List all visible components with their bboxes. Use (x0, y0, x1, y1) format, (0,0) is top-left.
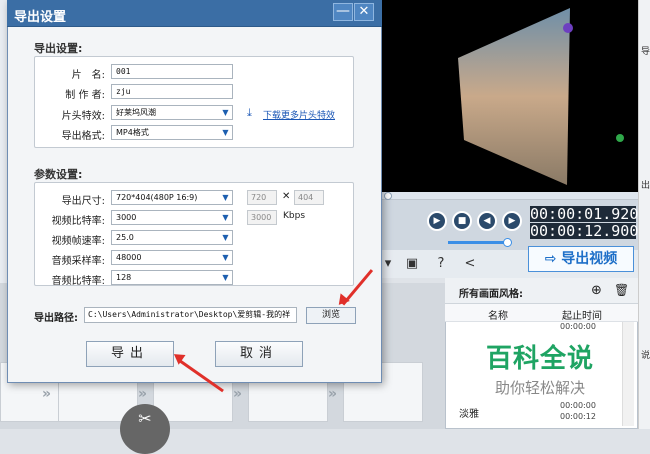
size-value: 720*404(480P 16:9) (116, 193, 198, 202)
download-more-link[interactable]: 下载更多片头特效 (263, 108, 335, 121)
download-icon[interactable]: ⤓ (247, 106, 252, 120)
watermark-subtitle: 助你轻松解决 (494, 379, 585, 397)
seek-handle[interactable] (384, 192, 392, 200)
export-section-title: 导出设置: (34, 42, 83, 55)
seek-bar[interactable] (382, 192, 638, 200)
chevron-down-icon: ▼ (222, 108, 229, 117)
next-frame-icon[interactable]: ▶ (502, 211, 522, 231)
minimize-button[interactable]: — (333, 3, 353, 21)
volume-slider[interactable] (448, 241, 508, 244)
right-panel-edge: 导 出 说 (638, 0, 650, 429)
share-icon[interactable]: < (462, 256, 478, 272)
video-bitrate-input[interactable]: 3000 (247, 210, 277, 225)
prev-frame-icon[interactable]: ◀ (477, 211, 497, 231)
bitrate-unit: Kbps (283, 211, 306, 221)
browse-button[interactable]: 浏览 (306, 307, 356, 324)
volume-handle[interactable] (503, 238, 512, 247)
audio-bitrate-select[interactable]: 128 ▼ (111, 270, 233, 285)
export-button[interactable]: 导出 (86, 341, 174, 367)
name-label: 片 名: (71, 70, 105, 81)
format-value: MP4格式 (116, 128, 149, 137)
width-input[interactable]: 720 (247, 190, 277, 205)
close-button[interactable]: ✕ (354, 3, 374, 21)
chevron-down-icon: ▼ (222, 233, 229, 242)
brush-icon[interactable]: ▾ (380, 256, 396, 272)
name-input[interactable]: 001 (111, 64, 233, 79)
size-times-icon: ✕ (282, 191, 291, 202)
watermark: 百科全说 助你轻松解决 (455, 338, 625, 398)
column-time: 起止时间 (562, 311, 602, 322)
audio-samplerate-select[interactable]: 48000 ▼ (111, 250, 233, 265)
edge-text: 导 (641, 47, 650, 57)
edge-text: 出 (641, 181, 650, 191)
chevron-right-icon: » (42, 386, 52, 402)
export-video-button[interactable]: ⇨ 导出视频 (528, 246, 634, 272)
save-icon[interactable]: ▣ (404, 256, 420, 272)
format-select[interactable]: MP4格式 ▼ (111, 125, 233, 140)
edge-text: 说 (641, 351, 650, 361)
style-row-name[interactable]: 淡雅 (459, 405, 479, 420)
help-icon[interactable]: ? (433, 256, 449, 272)
dialog-title: 导出设置 (14, 10, 67, 25)
video-preview (382, 0, 638, 192)
param-section-title: 参数设置: (34, 168, 83, 181)
size-label: 导出尺寸: (61, 196, 105, 207)
fps-select[interactable]: 25.0 ▼ (111, 230, 233, 245)
cancel-button[interactable]: 取消 (215, 341, 303, 367)
chevron-down-icon: ▼ (222, 128, 229, 137)
height-input[interactable]: 404 (294, 190, 324, 205)
column-name: 名称 (488, 311, 508, 322)
video-bitrate-label: 视频比特率: (51, 216, 105, 227)
fps-value: 25.0 (116, 233, 134, 242)
intro-effect-value: 好莱坞风潮 (116, 108, 156, 117)
video-bitrate-value: 3000 (116, 213, 137, 222)
audio-samplerate-value: 48000 (116, 253, 142, 262)
style-row-time: 00:00:00 (560, 322, 596, 331)
fps-label: 视频帧速率: (51, 236, 105, 247)
format-label: 导出格式: (61, 131, 105, 142)
total-time: 00:00:12.900 (530, 222, 639, 240)
export-video-label: 导出视频 (561, 251, 618, 267)
chevron-down-icon: ▼ (222, 253, 229, 262)
chevron-right-icon: » (328, 386, 338, 402)
chevron-right-icon: » (138, 386, 148, 402)
watermark-title: 百科全说 (485, 344, 594, 374)
audio-samplerate-label: 音频采样率: (51, 256, 105, 267)
chevron-down-icon: ▼ (222, 213, 229, 222)
current-time: 00:00:01.920 (530, 205, 639, 223)
style-panel-title: 所有画面风格: (459, 289, 523, 300)
add-icon[interactable]: ⊕ (591, 283, 602, 298)
intro-effect-select[interactable]: 好莱坞风潮 ▼ (111, 105, 233, 120)
stop-icon[interactable]: ■ (452, 211, 472, 231)
video-bitrate-select[interactable]: 3000 ▼ (111, 210, 233, 225)
author-label: 制 作 者: (65, 90, 105, 101)
path-input[interactable]: C:\Users\Administrator\Desktop\爱剪辑-我的祥 (84, 307, 297, 323)
style-table-header (445, 304, 638, 322)
trash-icon[interactable]: 🗑 (614, 283, 629, 297)
chevron-right-icon: » (233, 386, 243, 402)
play-icon[interactable]: ▶ (427, 211, 447, 231)
author-input[interactable]: zju (111, 84, 233, 99)
chevron-down-icon: ▼ (222, 273, 229, 282)
scissors-icon[interactable]: ✂ (120, 404, 170, 454)
intro-effect-label: 片头特效: (61, 111, 105, 122)
chevron-down-icon: ▼ (222, 193, 229, 202)
audio-bitrate-value: 128 (116, 273, 132, 282)
export-video-icon: ⇨ (544, 251, 562, 267)
audio-bitrate-label: 音频比特率: (51, 276, 105, 287)
style-row-time: 00:00:12 (560, 412, 596, 421)
preview-frame (458, 8, 624, 185)
style-row-time: 00:00:00 (560, 401, 596, 410)
path-label: 导出路径: (34, 313, 78, 324)
size-select[interactable]: 720*404(480P 16:9) ▼ (111, 190, 233, 205)
